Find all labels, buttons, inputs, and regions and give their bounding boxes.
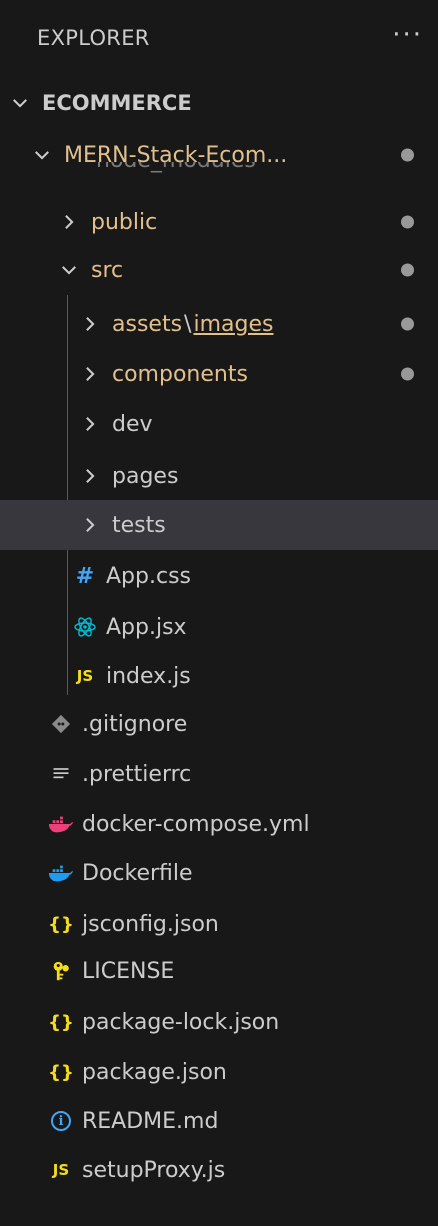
json-file-icon: {} bbox=[48, 1061, 74, 1083]
info-icon: i bbox=[48, 1108, 74, 1134]
file-label: jsconfig.json bbox=[82, 911, 219, 937]
react-file-icon bbox=[72, 614, 98, 640]
file-package-lock-json[interactable]: {} package-lock.json bbox=[0, 997, 438, 1047]
docker-icon bbox=[48, 860, 74, 886]
folder-pages[interactable]: pages bbox=[0, 451, 438, 501]
file-label: App.css bbox=[106, 563, 191, 589]
chevron-down-icon bbox=[8, 91, 32, 115]
folder-assets-images[interactable]: assets \ images bbox=[0, 299, 438, 349]
file-package-json[interactable]: {} package.json bbox=[0, 1047, 438, 1097]
folder-label: pages bbox=[112, 463, 179, 489]
file-label: docker-compose.yml bbox=[82, 811, 310, 837]
file-label: package-lock.json bbox=[82, 1009, 280, 1035]
folder-components[interactable]: components bbox=[0, 349, 438, 399]
explorer-header: EXPLORER ··· bbox=[0, 0, 438, 86]
explorer-title: EXPLORER bbox=[37, 26, 150, 50]
file-label: setupProxy.js bbox=[82, 1157, 226, 1183]
css-file-icon: # bbox=[75, 563, 95, 589]
file-label: README.md bbox=[82, 1108, 219, 1134]
chevron-right-icon bbox=[57, 210, 81, 234]
folder-dev[interactable]: dev bbox=[0, 399, 438, 449]
file-label: index.js bbox=[106, 663, 191, 689]
modified-indicator bbox=[401, 367, 414, 381]
chevron-right-icon bbox=[78, 312, 102, 336]
folder-public[interactable]: public bbox=[0, 197, 438, 247]
file-prettierrc[interactable]: .prettierrc bbox=[0, 749, 438, 799]
chevron-right-icon bbox=[78, 362, 102, 386]
folder-src[interactable]: src bbox=[0, 245, 438, 295]
chevron-right-icon bbox=[78, 513, 102, 537]
chevron-right-icon bbox=[78, 464, 102, 488]
js-file-icon: JS bbox=[76, 667, 94, 685]
modified-indicator bbox=[401, 148, 414, 162]
folder-label: src bbox=[91, 257, 124, 283]
file-license[interactable]: LICENSE bbox=[0, 946, 438, 996]
file-label: .prettierrc bbox=[82, 761, 192, 787]
file-docker-compose[interactable]: docker-compose.yml bbox=[0, 799, 438, 849]
key-icon bbox=[48, 958, 74, 984]
folder-label: tests bbox=[112, 512, 166, 538]
file-app-css[interactable]: # App.css bbox=[0, 551, 438, 601]
file-index-js[interactable]: JS index.js bbox=[0, 651, 438, 701]
chevron-down-icon bbox=[30, 143, 54, 167]
file-label: App.jsx bbox=[106, 614, 187, 640]
folder-tests[interactable]: tests bbox=[0, 500, 438, 550]
folder-label: components bbox=[112, 361, 248, 387]
workspace-root-label: ECOMMERCE bbox=[42, 91, 192, 115]
modified-indicator bbox=[401, 215, 414, 229]
file-gitignore[interactable]: .gitignore bbox=[0, 699, 438, 749]
chevron-down-icon bbox=[57, 258, 81, 282]
workspace-root-ecommerce[interactable]: ECOMMERCE bbox=[0, 78, 438, 128]
file-label: Dockerfile bbox=[82, 860, 193, 886]
file-dockerfile[interactable]: Dockerfile bbox=[0, 848, 438, 898]
json-file-icon: {} bbox=[48, 913, 74, 935]
modified-indicator bbox=[401, 317, 414, 331]
chevron-right-icon bbox=[78, 412, 102, 436]
folder-label: dev bbox=[112, 411, 153, 437]
docker-compose-icon bbox=[48, 811, 74, 837]
folder-label: public bbox=[91, 209, 158, 235]
json-file-icon: {} bbox=[48, 1011, 74, 1033]
js-file-icon: JS bbox=[52, 1161, 70, 1179]
file-jsconfig-json[interactable]: {} jsconfig.json bbox=[0, 899, 438, 949]
file-label: package.json bbox=[82, 1059, 227, 1085]
path-separator: \ bbox=[184, 311, 192, 337]
git-file-icon bbox=[48, 711, 74, 737]
file-app-jsx[interactable]: App.jsx bbox=[0, 602, 438, 652]
scrolled-folder-node-modules: node_modules bbox=[96, 162, 256, 184]
file-setup-proxy-js[interactable]: JS setupProxy.js bbox=[0, 1145, 438, 1195]
more-actions-icon[interactable]: ··· bbox=[392, 20, 423, 50]
modified-indicator bbox=[401, 263, 414, 277]
file-label: .gitignore bbox=[82, 711, 188, 737]
folder-label-images[interactable]: images bbox=[193, 312, 273, 337]
file-label: LICENSE bbox=[82, 958, 175, 984]
folder-label-assets: assets bbox=[112, 311, 183, 337]
file-readme[interactable]: i README.md bbox=[0, 1096, 438, 1146]
lines-file-icon bbox=[48, 761, 74, 787]
